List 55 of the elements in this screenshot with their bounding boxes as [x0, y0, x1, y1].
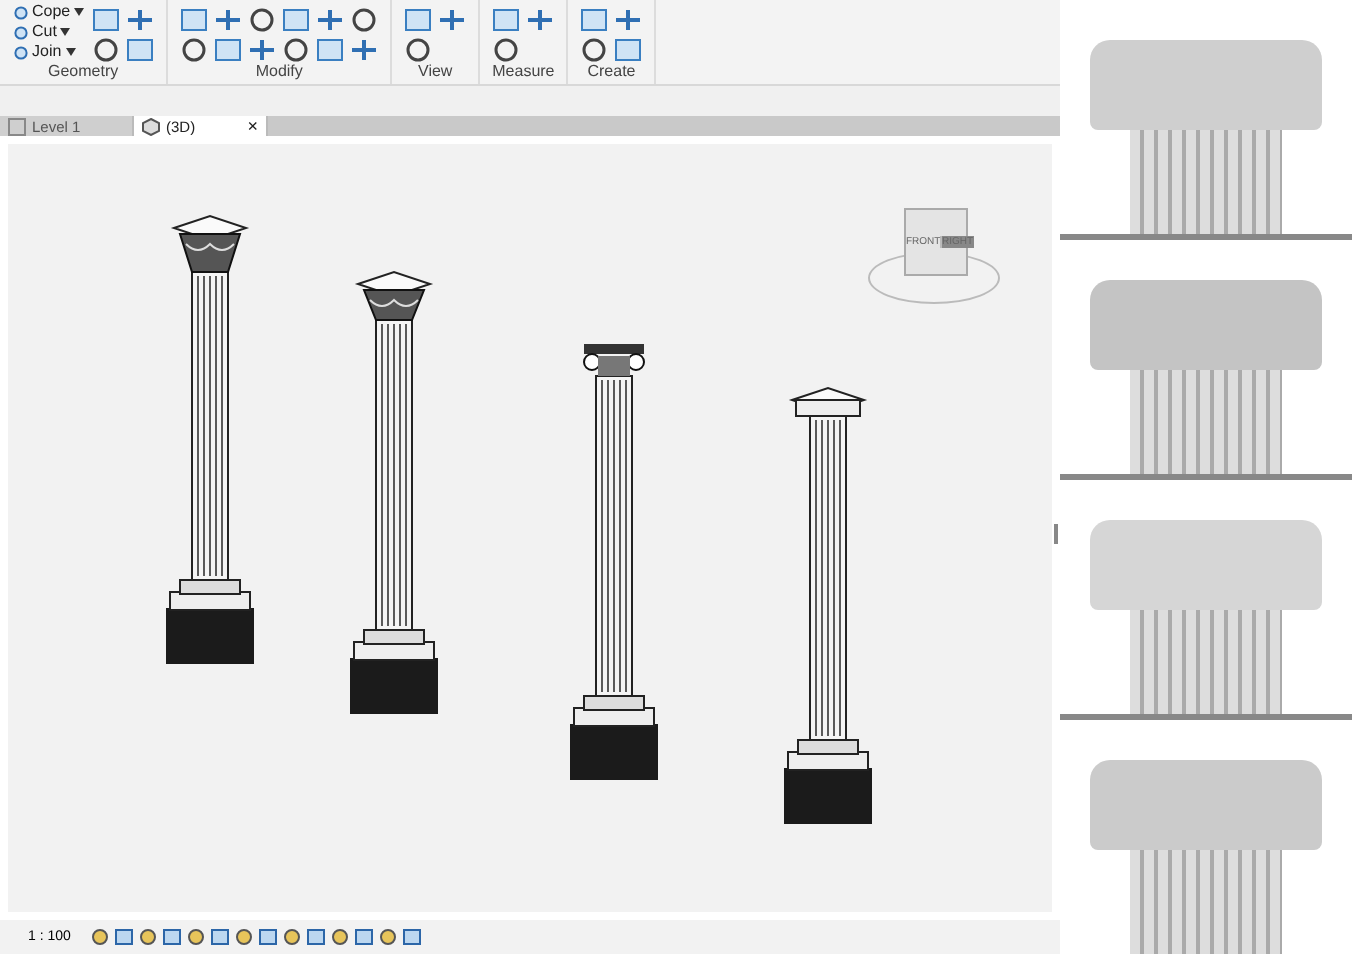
tool-icon[interactable]: [282, 38, 311, 62]
tool-button[interactable]: Cope: [12, 2, 87, 22]
view-control-icon[interactable]: [234, 928, 255, 947]
ribbon-group-label: View: [416, 62, 455, 84]
tool-icon[interactable]: [404, 38, 433, 62]
view-control-icon[interactable]: [258, 928, 279, 947]
tool-button[interactable]: Cut: [12, 22, 87, 42]
tool-icon[interactable]: [180, 38, 209, 62]
close-button[interactable]: ×: [247, 116, 258, 137]
tool-button[interactable]: Join: [12, 42, 87, 62]
ribbon-group-label: Create: [585, 62, 638, 84]
ribbon-group-label: Geometry: [46, 62, 121, 84]
ribbon-group-label: Measure: [492, 62, 555, 84]
view-control-icon[interactable]: [354, 928, 375, 947]
view-control-icon[interactable]: [330, 928, 351, 947]
tool-icon[interactable]: [180, 8, 209, 32]
view-control-icon[interactable]: [138, 928, 159, 947]
scrollbar-handle[interactable]: [1054, 524, 1058, 545]
tool-icon[interactable]: [526, 8, 555, 32]
view-control-icon[interactable]: [162, 928, 183, 947]
tool-icon[interactable]: [214, 8, 243, 32]
tool-icon[interactable]: [404, 8, 433, 32]
tool-icon[interactable]: [492, 38, 521, 62]
tool-icon[interactable]: [248, 38, 277, 62]
view-control-icon[interactable]: [114, 928, 135, 947]
tool-icon[interactable]: [282, 8, 311, 32]
tool-icon[interactable]: [92, 8, 121, 32]
tool-icon[interactable]: [316, 8, 345, 32]
cube-icon: [142, 117, 160, 136]
tool-icon[interactable]: [350, 8, 379, 32]
view-control-icon[interactable]: [90, 928, 111, 947]
tool-icon[interactable]: [580, 38, 609, 62]
view-control-icon[interactable]: [306, 928, 327, 947]
caret-icon: [74, 8, 85, 16]
tool-icon[interactable]: [580, 8, 609, 32]
tool-icon[interactable]: [350, 38, 379, 62]
tool-icon[interactable]: [92, 38, 121, 62]
tool-icon[interactable]: [248, 8, 277, 32]
tool-icon[interactable]: [214, 38, 243, 62]
plan-icon: [8, 117, 26, 136]
view-control-icon[interactable]: [402, 928, 423, 947]
tool-icon[interactable]: [126, 38, 155, 62]
ribbon-group-label: Modify: [253, 62, 305, 84]
view-control-icon[interactable]: [210, 928, 231, 947]
tool-icon[interactable]: [614, 8, 643, 32]
view-control-icon[interactable]: [282, 928, 303, 947]
tool-icon[interactable]: [438, 8, 467, 32]
caret-icon: [65, 48, 76, 56]
caret-icon: [60, 28, 71, 36]
tool-icon[interactable]: [492, 8, 521, 32]
tool-icon[interactable]: [614, 38, 643, 62]
view-control-icon[interactable]: [378, 928, 399, 947]
view-control-icon[interactable]: [186, 928, 207, 947]
tool-icon[interactable]: [316, 38, 345, 62]
tool-icon[interactable]: [126, 8, 155, 32]
